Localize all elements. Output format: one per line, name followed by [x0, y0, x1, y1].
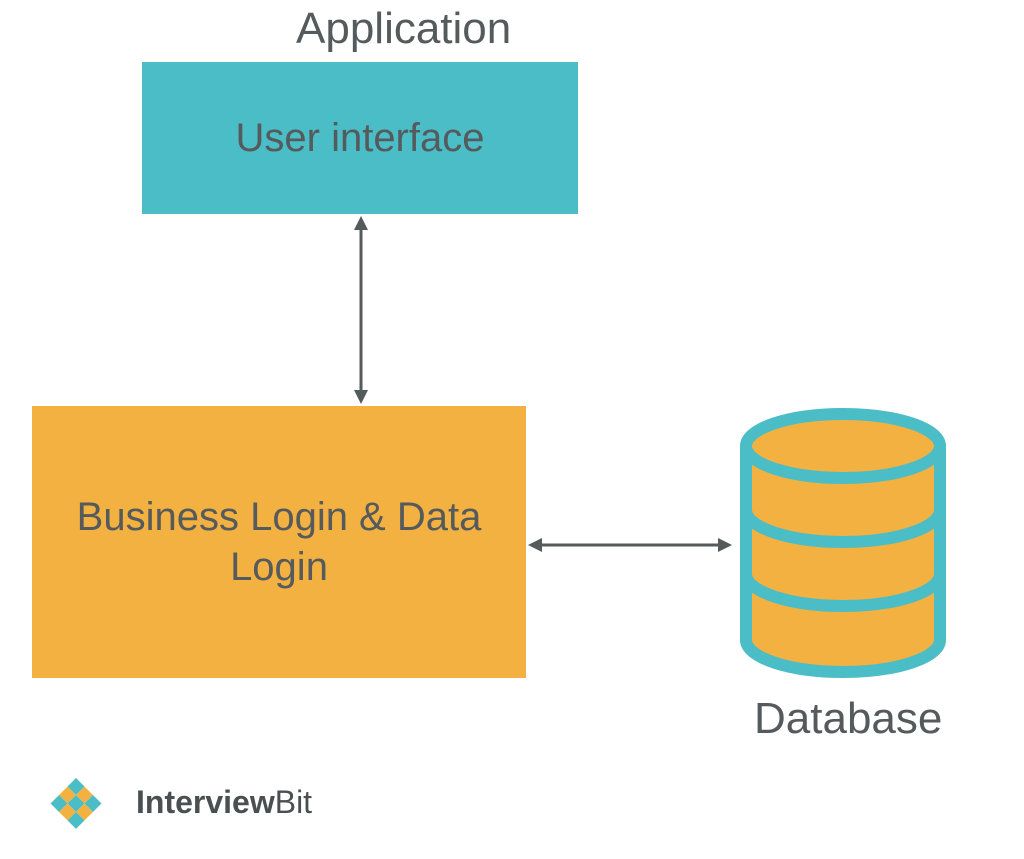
application-title: Application — [296, 4, 511, 54]
user-interface-label: User interface — [236, 116, 485, 161]
interviewbit-logo-icon — [30, 772, 122, 832]
diagram-canvas: Application User interface Business Logi… — [0, 0, 1024, 859]
database-title: Database — [754, 694, 942, 744]
business-login-box: Business Login & Data Login — [32, 406, 526, 678]
user-interface-box: User interface — [142, 62, 578, 214]
database-cylinder-icon — [736, 406, 950, 680]
business-login-label: Business Login & Data Login — [52, 492, 506, 592]
arrow-vertical-icon — [354, 216, 368, 404]
arrow-horizontal-icon — [528, 538, 732, 552]
brand-text: InterviewBit — [136, 784, 312, 821]
brand-area: InterviewBit — [30, 772, 312, 832]
